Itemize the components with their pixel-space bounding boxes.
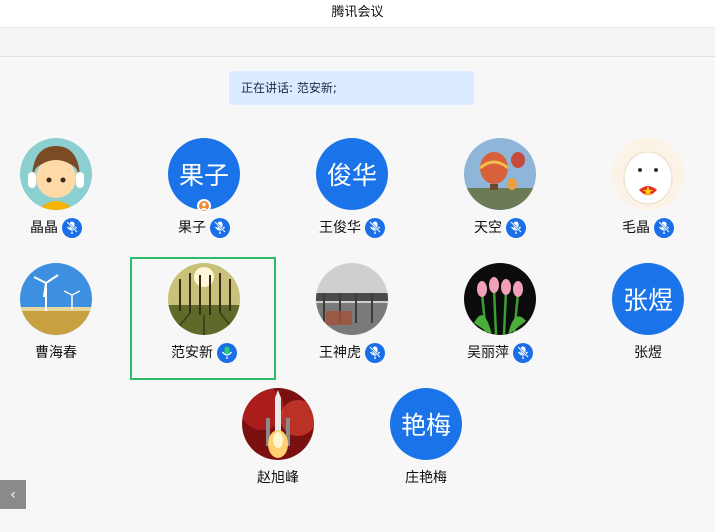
participant-tile[interactable]: 曹海春 [0,263,121,373]
mic-muted-icon [365,218,385,238]
participant-tile[interactable]: 俊华 王俊华 [287,138,417,248]
avatar [464,138,536,210]
collapse-panel-button[interactable]: ‹ [0,480,26,509]
mic-muted-icon [654,218,674,238]
participant-name: 王神虎 [319,345,361,361]
avatar [242,388,314,460]
participant-name: 庄艳梅 [405,470,447,486]
mic-active-icon [217,343,237,363]
participant-tile[interactable]: 张煜 张煜 [583,263,713,373]
participant-name: 赵旭峰 [257,470,299,486]
participant-tile[interactable]: 天空 [435,138,565,248]
avatar: 张煜 [612,263,684,335]
participant-name: 王俊华 [319,220,361,236]
chevron-left-icon: ‹ [10,486,16,503]
avatar: 艳梅 [390,388,462,460]
avatar [168,263,240,335]
mic-muted-icon [513,343,533,363]
avatar [464,263,536,335]
mic-muted-icon [62,218,82,238]
participant-tile[interactable]: 王神虎 [287,263,417,373]
speaking-label: 正在讲话: 范安新; [241,81,337,95]
avatar [316,263,388,335]
participant-name: 天空 [474,220,502,236]
participant-name: 晶晶 [30,220,58,236]
mic-muted-icon [506,218,526,238]
mic-muted-icon [210,218,230,238]
speaking-banner: 正在讲话: 范安新; [229,71,474,105]
participant-name: 曹海春 [35,345,77,361]
participant-name: 果子 [178,220,206,236]
avatar [20,263,92,335]
participant-tile[interactable]: 吴丽萍 [435,263,565,373]
mic-muted-icon [365,343,385,363]
participant-tile[interactable]: 毛晶 [583,138,713,248]
host-badge-icon [197,199,211,213]
participant-name: 张煜 [634,345,662,361]
toolbar [0,28,715,57]
participant-tile[interactable]: 范安新 [139,263,269,373]
participant-tile[interactable]: 赵旭峰 [213,388,343,498]
participant-name: 毛晶 [622,220,650,236]
avatar [612,138,684,210]
participant-tile[interactable]: 艳梅 庄艳梅 [361,388,491,498]
participant-name: 范安新 [171,345,213,361]
avatar [20,138,92,210]
participant-tile[interactable]: 晶晶 [0,138,121,248]
avatar: 俊华 [316,138,388,210]
participant-name: 吴丽萍 [467,345,509,361]
participant-tile[interactable]: 果子 果子 [139,138,269,248]
window-title: 腾讯会议 [0,0,715,28]
